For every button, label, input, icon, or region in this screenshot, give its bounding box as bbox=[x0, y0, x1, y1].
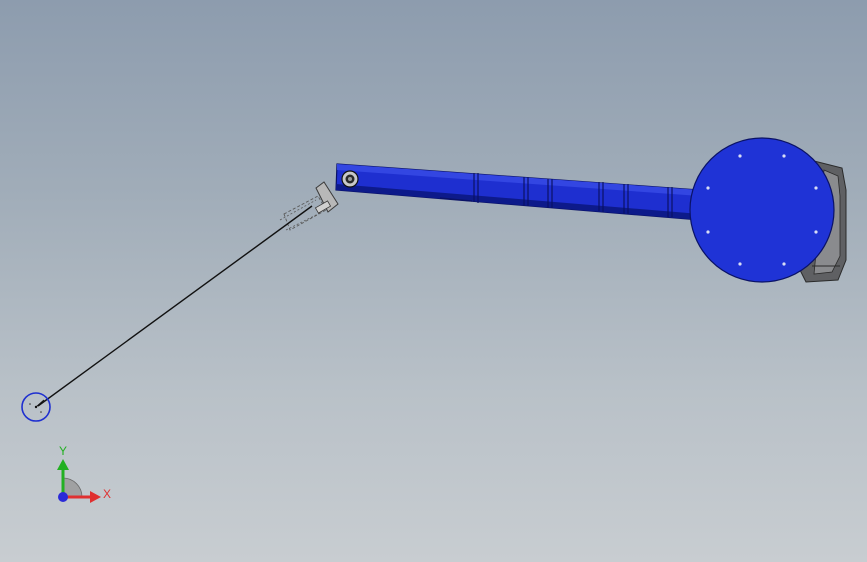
pendulum-rod[interactable] bbox=[37, 205, 313, 407]
pendulum-bob[interactable] bbox=[21, 392, 51, 422]
z-axis-dot bbox=[58, 492, 68, 502]
rotary-hub[interactable] bbox=[689, 137, 835, 283]
coordinate-triad: Y X bbox=[57, 444, 111, 503]
y-axis-label: Y bbox=[59, 444, 67, 458]
cad-viewport[interactable]: Y X bbox=[0, 0, 867, 562]
rotary-arm[interactable] bbox=[335, 163, 701, 221]
x-axis-label: X bbox=[103, 487, 111, 501]
pivot-bearing-icon[interactable] bbox=[341, 170, 359, 188]
model-scene[interactable]: Y X bbox=[0, 0, 867, 562]
